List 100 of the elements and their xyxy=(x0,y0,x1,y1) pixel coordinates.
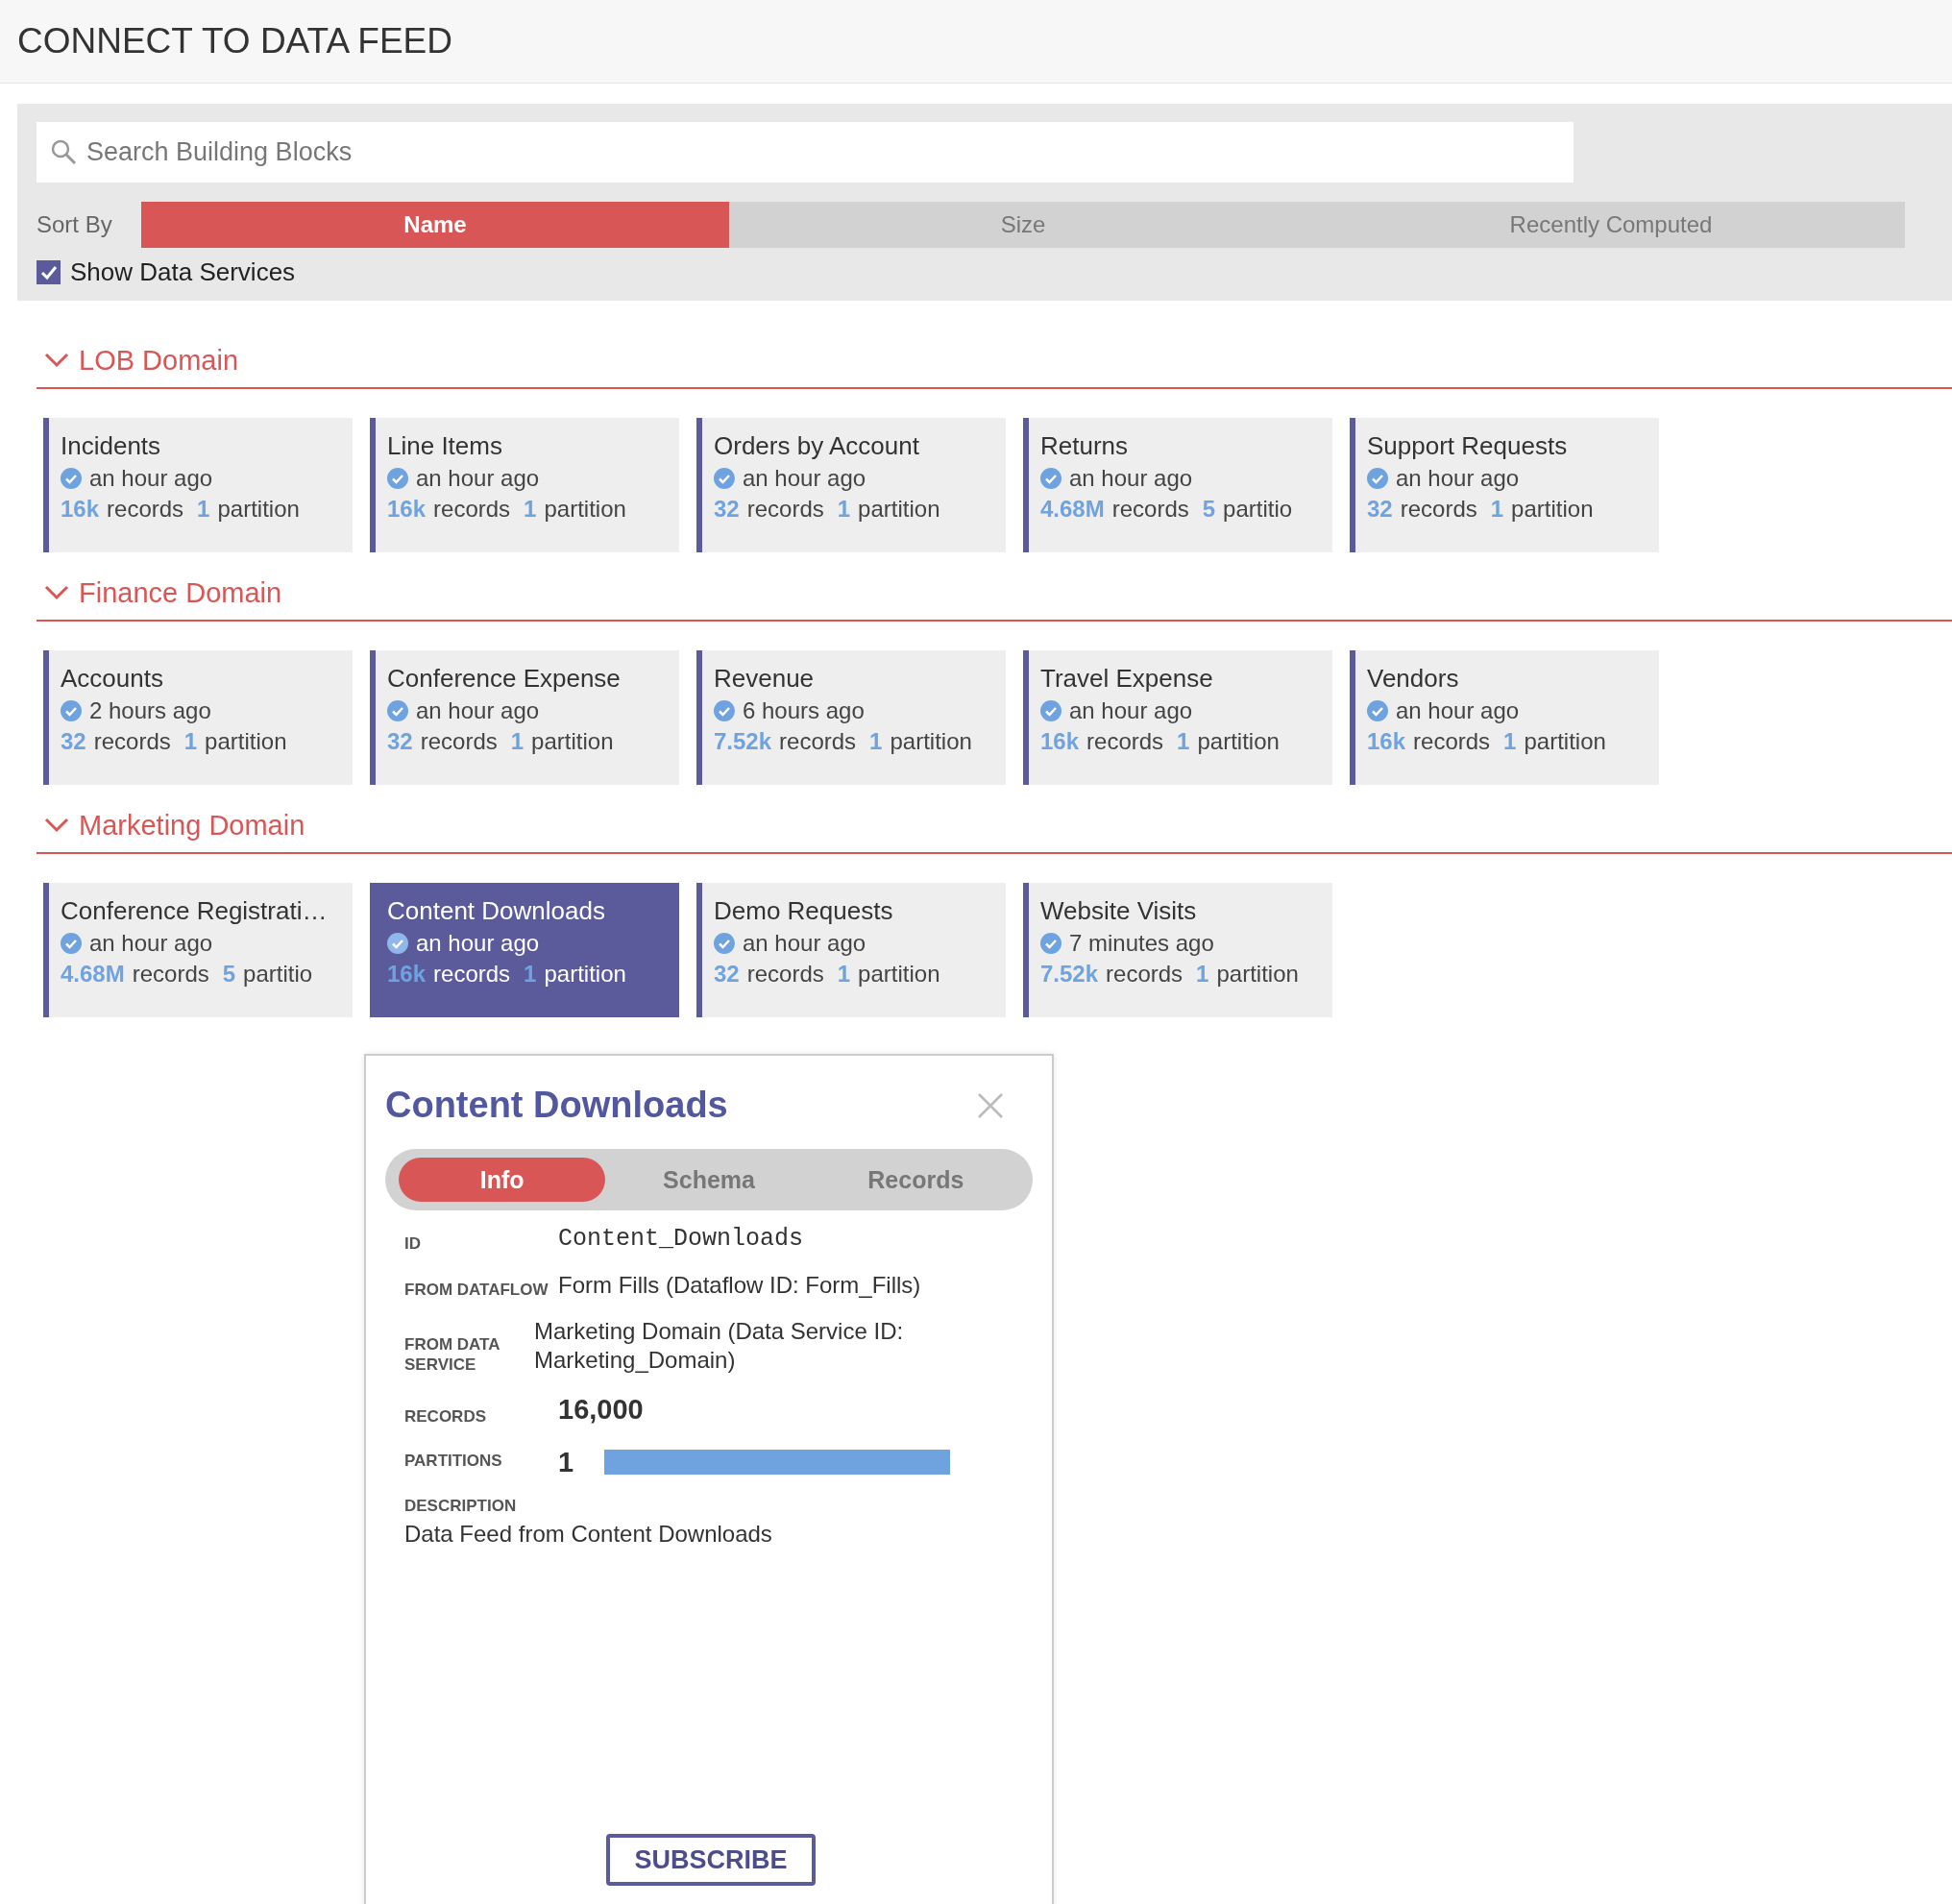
field-value: Marketing Domain (Data Service ID: Marketing_Domain) xyxy=(534,1317,905,1376)
records-label: records xyxy=(420,728,498,755)
partition-count: 1 xyxy=(1177,728,1190,755)
card-time: an hour ago xyxy=(743,930,866,957)
search-field[interactable]: Search Building Blocks xyxy=(37,122,1574,183)
card-time: 2 hours ago xyxy=(89,697,211,724)
partitions-label: partition xyxy=(1197,728,1280,755)
partitions-label: partition xyxy=(217,496,300,523)
field-label: PARTITIONS xyxy=(404,1452,503,1472)
partitions-label: partitio xyxy=(1223,496,1293,523)
check-circle-icon xyxy=(714,933,735,954)
card-title: Line Items xyxy=(387,431,503,461)
partitions-label: partition xyxy=(1511,496,1594,523)
check-circle-icon xyxy=(387,933,408,954)
partition-count: 1 xyxy=(197,496,210,523)
check-circle-icon xyxy=(714,700,735,721)
partition-count: 1 xyxy=(837,496,851,523)
partition-count: 1 xyxy=(1503,728,1517,755)
partitions-label: partitio xyxy=(243,961,313,988)
record-count: 16k xyxy=(1367,728,1406,755)
records-label: records xyxy=(746,961,824,988)
card-time: an hour ago xyxy=(416,697,540,724)
partition-count: 1 xyxy=(837,961,851,988)
card-title: Travel Expense xyxy=(1040,664,1214,694)
data-feed-card[interactable]: Travel Expense an hour ago 16k records 1 partition xyxy=(1023,650,1332,785)
section-header[interactable]: Marketing Domain xyxy=(37,798,305,852)
records-label: records xyxy=(779,728,857,755)
sort-label: Sort By xyxy=(37,211,113,238)
card-time: an hour ago xyxy=(1069,697,1193,724)
partitions-label: partition xyxy=(858,961,940,988)
partitions-label: partition xyxy=(1216,961,1299,988)
card-title: Returns xyxy=(1040,431,1130,461)
card-title: Conference Registrati… xyxy=(61,896,329,926)
data-feed-card[interactable]: Returns an hour ago 4.68M records 5 partitio xyxy=(1023,418,1332,552)
field-label: FROM DATA SERVICE xyxy=(404,1335,500,1376)
chevron-icon xyxy=(44,353,69,368)
record-count: 7.52k xyxy=(714,728,772,755)
checkbox[interactable] xyxy=(37,260,61,284)
partition-count: 1 xyxy=(524,961,537,988)
record-count: 16k xyxy=(387,961,427,988)
partition-count: 5 xyxy=(1202,496,1216,523)
card-time: 6 hours ago xyxy=(743,697,865,724)
data-feed-card[interactable]: Revenue 6 hours ago 7.52k records 1 partition xyxy=(696,650,1006,785)
field-value: 1 xyxy=(558,1445,574,1479)
data-feed-card[interactable]: Orders by Account an hour ago 32 records 1 partition xyxy=(696,418,1006,552)
card-title: Content Downloads xyxy=(387,896,606,926)
field-value: Form Fills (Dataflow ID: Form_Fills) xyxy=(558,1271,921,1301)
card-time: an hour ago xyxy=(1396,465,1520,492)
check-circle-icon xyxy=(61,933,82,954)
partitions-label: partition xyxy=(544,961,626,988)
card-time: 7 minutes ago xyxy=(1069,930,1214,957)
partitions-label: partition xyxy=(858,496,940,523)
field-label: ID xyxy=(404,1233,422,1255)
section-header[interactable]: Finance Domain xyxy=(37,566,282,620)
data-feed-card[interactable]: Conference Registrati… an hour ago 4.68M records 5 partitio xyxy=(43,883,353,1017)
check-circle-icon xyxy=(387,700,408,721)
sort-option[interactable]: Name xyxy=(141,202,729,248)
partitions-label: partition xyxy=(205,728,287,755)
record-count: 4.68M xyxy=(1040,496,1105,523)
section-header[interactable]: LOB Domain xyxy=(37,333,238,387)
data-feed-card[interactable]: Website Visits 7 minutes ago 7.52k records 1 partition xyxy=(1023,883,1332,1017)
check-circle-icon xyxy=(61,700,82,721)
data-feed-card[interactable]: Vendors an hour ago 16k records 1 partition xyxy=(1350,650,1659,785)
record-count: 16k xyxy=(387,496,427,523)
field-value: Data Feed from Content Downloads xyxy=(404,1520,773,1550)
field-value: Content_Downloads xyxy=(558,1224,804,1255)
card-title: Website Visits xyxy=(1040,896,1198,926)
record-count: 16k xyxy=(61,496,100,523)
partitions-label: partition xyxy=(890,728,972,755)
data-feed-card[interactable]: Conference Expense an hour ago 32 records 1 partition xyxy=(370,650,679,785)
tab[interactable]: Info xyxy=(399,1158,606,1202)
check-circle-icon xyxy=(1040,700,1061,721)
partitions-label: partition xyxy=(1524,728,1606,755)
data-feed-card[interactable]: Accounts 2 hours ago 32 records 1 partition xyxy=(43,650,353,785)
field-value: 16,000 xyxy=(558,1393,644,1428)
record-count: 32 xyxy=(714,496,740,523)
data-feed-card[interactable]: Support Requests an hour ago 32 records 1 partition xyxy=(1350,418,1659,552)
records-label: records xyxy=(746,496,824,523)
card-title: Support Requests xyxy=(1367,431,1569,461)
panel-title: Content Downloads xyxy=(385,1085,728,1126)
records-label: records xyxy=(433,496,511,523)
data-feed-card[interactable]: Incidents an hour ago 16k records 1 partition xyxy=(43,418,353,552)
data-feed-card[interactable]: Demo Requests an hour ago 32 records 1 partition xyxy=(696,883,1006,1017)
subscribe-button[interactable]: SUBSCRIBE xyxy=(606,1834,816,1886)
record-count: 7.52k xyxy=(1040,961,1099,988)
page-title: CONNECT TO DATA FEED xyxy=(17,21,452,61)
card-time: an hour ago xyxy=(416,930,540,957)
data-feed-card[interactable]: Content Downloads an hour ago 16k records 1 partition xyxy=(370,883,679,1017)
records-label: records xyxy=(132,961,209,988)
partition-count: 1 xyxy=(510,728,525,755)
partition-count: 1 xyxy=(869,728,883,755)
card-time: an hour ago xyxy=(89,465,213,492)
data-feed-card[interactable]: Line Items an hour ago 16k records 1 partition xyxy=(370,418,679,552)
card-title: Revenue xyxy=(714,664,816,694)
check-circle-icon xyxy=(1367,468,1388,489)
check-circle-icon xyxy=(1367,700,1388,721)
card-title: Vendors xyxy=(1367,664,1460,694)
records-label: records xyxy=(1106,961,1183,988)
field-label: FROM DATAFLOW xyxy=(404,1280,549,1301)
partition-count: 1 xyxy=(1196,961,1209,988)
